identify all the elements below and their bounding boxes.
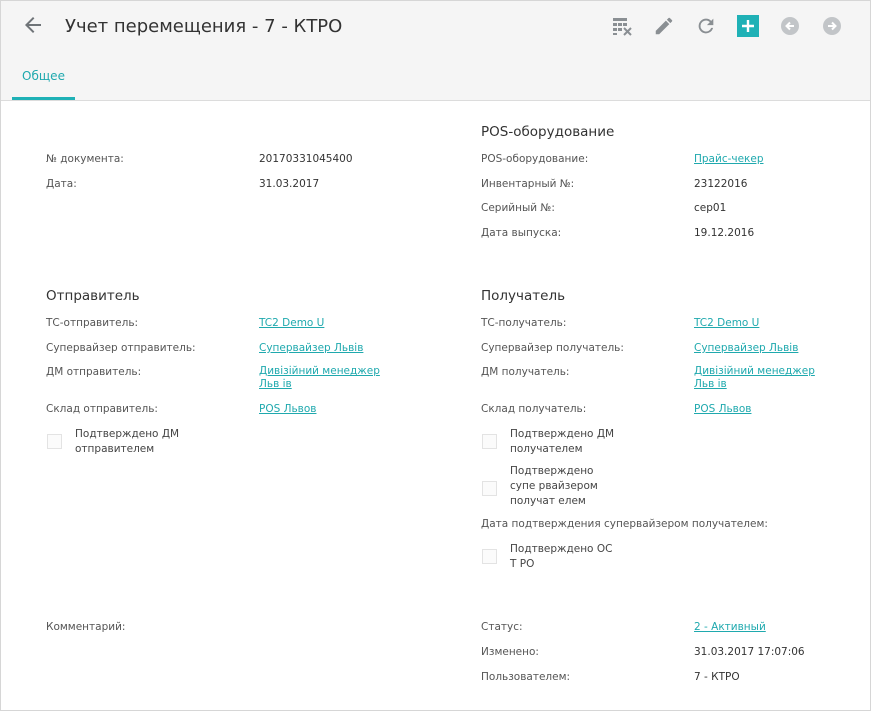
sender-supervisor-link[interactable]: Супервайзер Львів	[259, 342, 363, 354]
circle-arrow-right-icon	[823, 17, 841, 35]
modified-label: Изменено:	[481, 646, 539, 658]
inventory-number-value: 23122016	[694, 178, 748, 190]
receiver-confirmed-supervisor-label: Подтверждено супе рвайзером получат елем	[510, 465, 598, 507]
pencil-icon	[655, 17, 673, 35]
tab-bar: Общее	[1, 51, 870, 101]
receiver-dm-label: ДМ получатель:	[481, 366, 570, 378]
doc-number-value: 20170331045400	[259, 153, 353, 165]
table-columns-icon	[613, 18, 632, 36]
receiver-warehouse-label: Склад получатель:	[481, 403, 587, 415]
release-date-value: 19.12.2016	[694, 227, 755, 239]
sender-section-header: Отправитель	[46, 288, 140, 304]
back-button[interactable]	[21, 13, 45, 37]
sender-ts-link[interactable]: TC2 Demo U	[259, 317, 324, 329]
status-link[interactable]: 2 - Активный	[694, 621, 766, 633]
modified-value: 31.03.2017 17:07:06	[694, 646, 805, 658]
sender-warehouse-link[interactable]: POS Львов	[259, 403, 316, 415]
supervisor-confirm-date-label: Дата подтверждения супервайзером получат…	[481, 518, 768, 530]
sender-dm-link[interactable]: Дивізійний менеджер Льв ів	[259, 365, 397, 391]
receiver-ts-label: ТС-получатель:	[481, 317, 567, 329]
serial-number-label: Серийный №:	[481, 202, 555, 214]
arrow-left-icon	[25, 17, 41, 33]
receiver-ts-link[interactable]: TC2 Demo U	[694, 317, 759, 329]
edit-button[interactable]	[653, 15, 675, 37]
receiver-dm-link[interactable]: Дивізійний менеджер Льв ів	[694, 365, 832, 391]
receiver-supervisor-link[interactable]: Супервайзер Львів	[694, 342, 798, 354]
tab-general-label: Общее	[22, 69, 65, 83]
pos-section-header: POS-оборудование	[481, 124, 615, 140]
top-bar: Учет перемещения - 7 - КТРО	[1, 1, 870, 51]
refresh-button[interactable]	[695, 15, 717, 37]
sender-supervisor-label: Супервайзер отправитель:	[46, 342, 196, 354]
columns-button[interactable]	[611, 15, 633, 37]
release-date-label: Дата выпуска:	[481, 227, 562, 239]
receiver-confirmed-dm-label: Подтверждено ДМ получателем	[510, 428, 615, 455]
user-label: Пользователем:	[481, 671, 571, 683]
receiver-confirmed-dm-checkbox[interactable]	[482, 434, 497, 449]
add-button[interactable]	[737, 15, 759, 37]
receiver-warehouse-link[interactable]: POS Львов	[694, 403, 751, 415]
receiver-confirmed-supervisor-checkbox[interactable]	[482, 481, 497, 496]
doc-number-label: № документа:	[46, 153, 124, 165]
page-title: Учет перемещения - 7 - КТРО	[65, 16, 343, 37]
form-window: Учет перемещения - 7 - КТРО Общее № доку…	[0, 0, 871, 711]
sender-dm-label: ДМ отправитель:	[46, 366, 142, 378]
date-label: Дата:	[46, 178, 77, 190]
date-value: 31.03.2017	[259, 178, 320, 190]
pos-equipment-link[interactable]: Прайс-чекер	[694, 153, 764, 165]
tab-general[interactable]: Общее	[12, 51, 75, 100]
receiver-confirmed-ocpo-checkbox[interactable]	[482, 549, 497, 564]
receiver-section-header: Получатель	[481, 288, 566, 304]
refresh-icon	[698, 18, 714, 34]
sender-warehouse-label: Склад отправитель:	[46, 403, 158, 415]
receiver-supervisor-label: Супервайзер получатель:	[481, 342, 624, 354]
serial-number-value: сер01	[694, 202, 727, 214]
status-label: Статус:	[481, 621, 523, 633]
user-value: 7 - КТРО	[694, 671, 740, 683]
comment-label: Комментарий:	[46, 621, 126, 633]
sender-ts-label: ТС-отправитель:	[46, 317, 139, 329]
prev-record-button[interactable]	[779, 15, 801, 37]
circle-arrow-left-icon	[781, 17, 799, 35]
inventory-number-label: Инвентарный №:	[481, 178, 575, 190]
sender-confirmed-dm-label: Подтверждено ДМ отправителем	[75, 428, 180, 455]
next-record-button[interactable]	[821, 15, 843, 37]
receiver-confirmed-ocpo-label: Подтверждено ОС Т РО	[510, 543, 613, 570]
pos-equipment-label: POS-оборудование:	[481, 153, 589, 165]
sender-confirmed-dm-checkbox[interactable]	[47, 434, 62, 449]
plus-icon	[737, 15, 759, 37]
